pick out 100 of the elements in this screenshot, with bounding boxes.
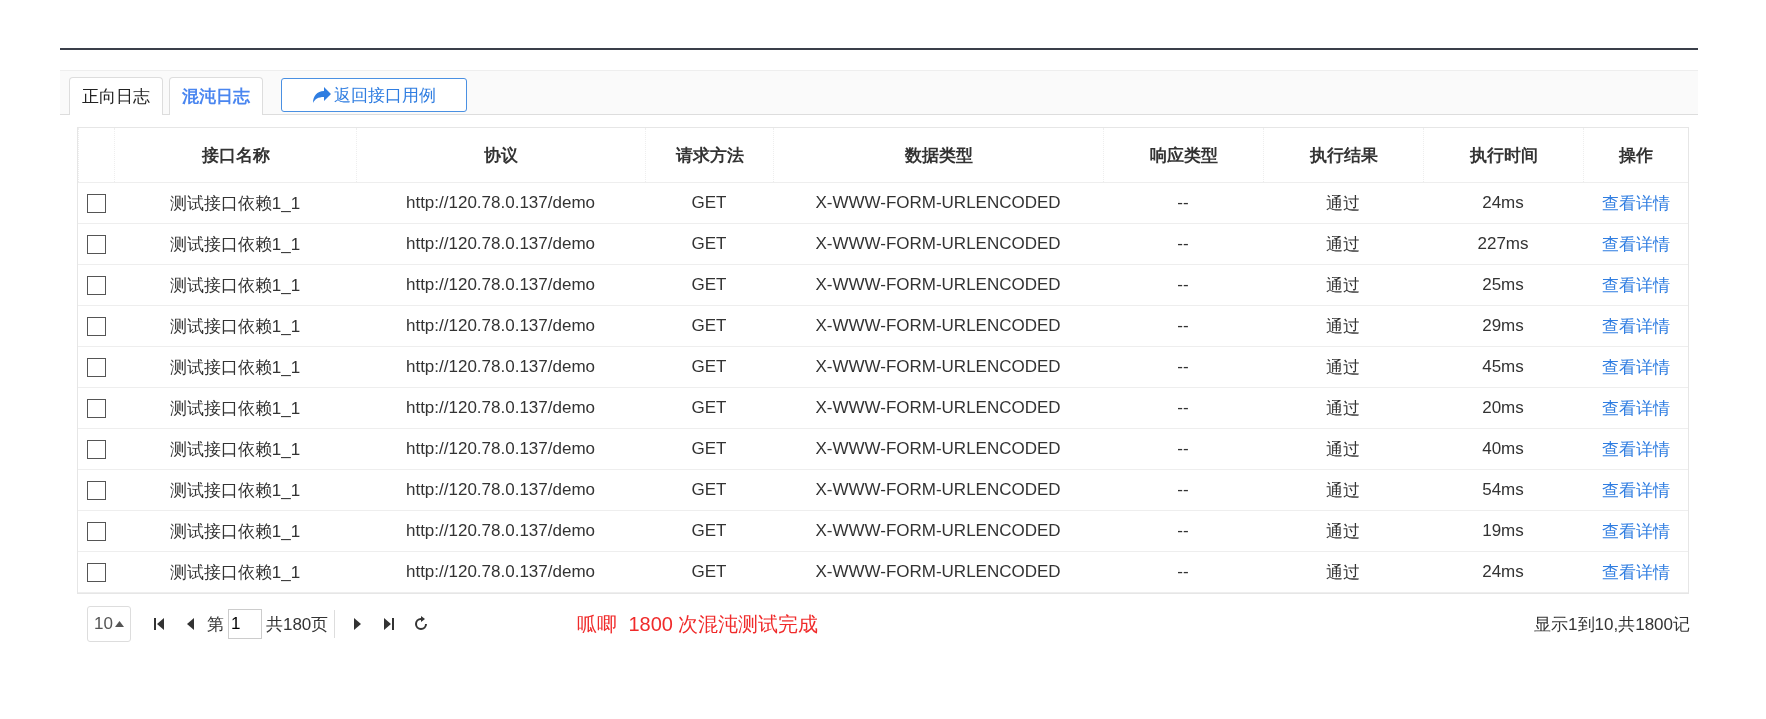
table-cell-text: -- bbox=[1176, 315, 1190, 337]
table-cell-text: GET bbox=[690, 192, 728, 214]
table-cell-text: -- bbox=[1176, 192, 1190, 214]
table-cell-text: http://120.78.0.137/demo bbox=[404, 233, 596, 255]
back-button[interactable]: 返回接口用例 bbox=[281, 78, 467, 112]
page-input[interactable]: 1 bbox=[227, 609, 262, 639]
caret-up-icon bbox=[114, 621, 124, 627]
table-cell-text: http://120.78.0.137/demo bbox=[404, 356, 596, 378]
table-cell-text: 通过 bbox=[1325, 274, 1361, 297]
table-cell-text: -- bbox=[1176, 274, 1190, 296]
table-cell-text: 测试接口依赖1_1 bbox=[168, 438, 302, 461]
table-cell-text: -- bbox=[1176, 356, 1190, 378]
table-cell-text: 25ms bbox=[1481, 274, 1525, 296]
share-arrow-icon bbox=[312, 86, 332, 104]
column-header: 操作 bbox=[1583, 128, 1688, 182]
table-cell-text: X-WWW-FORM-URLENCODED bbox=[814, 315, 1062, 337]
table-cell-text: 通过 bbox=[1325, 397, 1361, 420]
table-cell-text: 通过 bbox=[1325, 233, 1361, 256]
record-summary: 显示1到10,共1800记 bbox=[1534, 613, 1690, 636]
table-cell-text: 45ms bbox=[1481, 356, 1525, 378]
column-header: 接口名称 bbox=[114, 128, 356, 182]
details-link[interactable]: 查看详情 bbox=[1601, 519, 1670, 543]
table-cell-text: 测试接口依赖1_1 bbox=[168, 274, 302, 297]
table-cell-text: 通过 bbox=[1325, 520, 1361, 543]
table-cell-text: X-WWW-FORM-URLENCODED bbox=[814, 192, 1062, 214]
details-link[interactable]: 查看详情 bbox=[1601, 314, 1670, 338]
table-cell-text: 24ms bbox=[1481, 192, 1525, 214]
table-cell-text: -- bbox=[1176, 561, 1190, 583]
table-cell-text: 测试接口依赖1_1 bbox=[168, 479, 302, 502]
table-cell-text: 19ms bbox=[1481, 520, 1525, 542]
row-checkbox[interactable] bbox=[86, 398, 106, 418]
table-cell-text: GET bbox=[690, 356, 728, 378]
table-cell-text: X-WWW-FORM-URLENCODED bbox=[814, 479, 1062, 501]
table-cell-text: X-WWW-FORM-URLENCODED bbox=[814, 438, 1062, 460]
table-cell-text: -- bbox=[1176, 233, 1190, 255]
table-cell-text: http://120.78.0.137/demo bbox=[404, 315, 596, 337]
column-header: 执行结果 bbox=[1263, 128, 1423, 182]
table-cell-text: 测试接口依赖1_1 bbox=[168, 520, 302, 543]
table-cell-text: 通过 bbox=[1325, 561, 1361, 584]
refresh-icon[interactable] bbox=[413, 616, 430, 632]
column-header: 数据类型 bbox=[773, 128, 1103, 182]
tab[interactable]: 混沌日志 bbox=[169, 77, 263, 115]
table-cell-text: 测试接口依赖1_1 bbox=[168, 233, 302, 256]
table-cell-text: 通过 bbox=[1325, 356, 1361, 379]
row-checkbox[interactable] bbox=[86, 521, 106, 541]
table-cell-text: 测试接口依赖1_1 bbox=[168, 397, 302, 420]
row-checkbox[interactable] bbox=[86, 316, 106, 336]
column-header: 响应类型 bbox=[1103, 128, 1263, 182]
details-link[interactable]: 查看详情 bbox=[1601, 191, 1670, 215]
row-checkbox[interactable] bbox=[86, 357, 106, 377]
details-link[interactable]: 查看详情 bbox=[1601, 232, 1670, 256]
table-cell-text: 通过 bbox=[1325, 438, 1361, 461]
row-checkbox[interactable] bbox=[86, 193, 106, 213]
row-checkbox[interactable] bbox=[86, 275, 106, 295]
table-cell-text: GET bbox=[690, 438, 728, 460]
table-cell-text: 40ms bbox=[1481, 438, 1525, 460]
table-cell-text: GET bbox=[690, 233, 728, 255]
table-cell-text: X-WWW-FORM-URLENCODED bbox=[814, 233, 1062, 255]
table-cell-text: -- bbox=[1176, 397, 1190, 419]
table-cell-text: 29ms bbox=[1481, 315, 1525, 337]
row-checkbox[interactable] bbox=[86, 562, 106, 582]
table-cell-text: -- bbox=[1176, 479, 1190, 501]
row-checkbox[interactable] bbox=[86, 234, 106, 254]
table-cell-text: 测试接口依赖1_1 bbox=[168, 356, 302, 379]
column-header: 请求方法 bbox=[645, 128, 773, 182]
page-size-select[interactable]: 10 bbox=[87, 606, 131, 642]
details-link[interactable]: 查看详情 bbox=[1601, 355, 1670, 379]
row-checkbox[interactable] bbox=[86, 439, 106, 459]
table-cell-text: http://120.78.0.137/demo bbox=[404, 520, 596, 542]
table-cell-text: http://120.78.0.137/demo bbox=[404, 479, 596, 501]
table-cell-text: GET bbox=[690, 520, 728, 542]
table-cell-text: GET bbox=[690, 479, 728, 501]
table-cell-text: -- bbox=[1176, 438, 1190, 460]
table-cell-text: GET bbox=[690, 397, 728, 419]
table-cell-text: http://120.78.0.137/demo bbox=[404, 438, 596, 460]
table-cell-text: X-WWW-FORM-URLENCODED bbox=[814, 356, 1062, 378]
table-cell-text: GET bbox=[690, 561, 728, 583]
table-cell-text: 通过 bbox=[1325, 192, 1361, 215]
details-link[interactable]: 查看详情 bbox=[1601, 478, 1670, 502]
table-cell-text: 24ms bbox=[1481, 561, 1525, 583]
table-cell-text: X-WWW-FORM-URLENCODED bbox=[814, 274, 1062, 296]
table-cell-text: 测试接口依赖1_1 bbox=[168, 561, 302, 584]
column-header: 执行时间 bbox=[1423, 128, 1583, 182]
details-link[interactable]: 查看详情 bbox=[1601, 437, 1670, 461]
page-total: 共180页 bbox=[265, 613, 329, 636]
details-link[interactable]: 查看详情 bbox=[1601, 273, 1670, 297]
table-cell-text: -- bbox=[1176, 520, 1190, 542]
table-cell-text: 20ms bbox=[1481, 397, 1525, 419]
page-label: 第 bbox=[206, 613, 224, 636]
table-cell-text: http://120.78.0.137/demo bbox=[404, 397, 596, 419]
table-cell-text: X-WWW-FORM-URLENCODED bbox=[814, 397, 1062, 419]
table-cell-text: X-WWW-FORM-URLENCODED bbox=[814, 561, 1062, 583]
details-link[interactable]: 查看详情 bbox=[1601, 396, 1670, 420]
tab[interactable]: 正向日志 bbox=[69, 77, 163, 115]
table-cell-text: 通过 bbox=[1325, 479, 1361, 502]
table-cell-text: 测试接口依赖1_1 bbox=[168, 315, 302, 338]
table-cell-text: 227ms bbox=[1476, 233, 1530, 255]
table-cell-text: GET bbox=[690, 274, 728, 296]
row-checkbox[interactable] bbox=[86, 480, 106, 500]
details-link[interactable]: 查看详情 bbox=[1601, 560, 1670, 584]
